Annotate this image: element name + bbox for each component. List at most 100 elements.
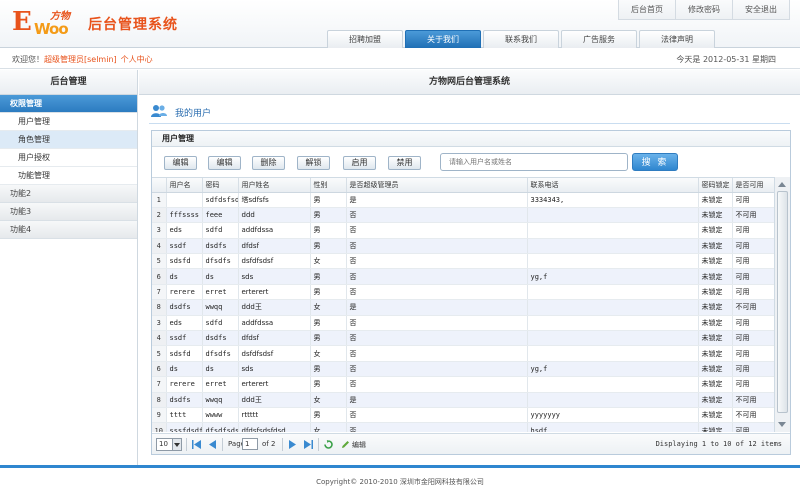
column-header[interactable]: 是否可用: [732, 178, 774, 193]
pagination-bar: 10 Page 1 of 2 编辑 Displaying 1 to 10 of …: [152, 433, 790, 454]
column-header[interactable]: 密码锁定: [698, 178, 733, 193]
table-row[interactable]: 6 ds ds sds 男否 yg,f 未锁定 可用: [152, 361, 774, 378]
table-row[interactable]: 3 eds sdfd addfdssa 男否 未锁定 可用: [152, 315, 774, 332]
table-row[interactable]: 5 sdsfd dfsdfs dsfdfsdsf 女否 未锁定 可用: [152, 345, 774, 362]
sidebar-item-function-management[interactable]: 功能管理: [0, 167, 137, 185]
search-input[interactable]: [440, 153, 628, 171]
table-cell: dsdfs: [202, 330, 239, 347]
page-size-select[interactable]: 10: [156, 438, 182, 451]
chevron-down-icon[interactable]: [172, 439, 181, 450]
column-header[interactable]: 性别: [310, 178, 347, 193]
table-cell: 女: [310, 345, 347, 362]
table-cell: 未锁定: [698, 238, 733, 255]
row-index: 2: [152, 207, 167, 224]
table-cell: sds: [238, 361, 311, 378]
sidebar-group-permissions[interactable]: 权限管理: [0, 95, 137, 113]
table-row[interactable]: 1 sdfdsfsdf塔sdfsfs男是3334343,未锁定可用: [152, 192, 774, 208]
column-header[interactable]: 联系电话: [527, 178, 699, 193]
table-cell: [527, 253, 699, 270]
table-row[interactable]: 6 ds ds sds 男否 yg,f 未锁定 可用: [152, 268, 774, 285]
table-cell: 可用: [732, 422, 774, 432]
tab-about[interactable]: 关于我们: [405, 30, 481, 48]
sidebar-item-user-management[interactable]: 用户管理: [0, 113, 137, 131]
table-cell: 未锁定: [698, 222, 733, 239]
disable-button[interactable]: 禁用: [388, 156, 421, 170]
table-cell: ddd王: [238, 299, 311, 316]
table-row[interactable]: 7 rerere erret erterert 男否 未锁定 可用: [152, 284, 774, 301]
tab-recruit[interactable]: 招聘加盟: [327, 30, 403, 48]
tab-contact[interactable]: 联系我们: [483, 30, 559, 48]
table-row[interactable]: 8 dsdfs wwqq ddd王女是 未锁定 不可用: [152, 392, 774, 408]
column-header[interactable]: 用户姓名: [238, 178, 311, 193]
last-page-icon[interactable]: [304, 440, 313, 449]
table-cell: 男: [310, 222, 347, 239]
link-admin-home[interactable]: 后台首页: [619, 0, 675, 19]
sidebar-item-user-authorization[interactable]: 用户授权: [0, 149, 137, 167]
delete-button[interactable]: 删除: [252, 156, 285, 170]
table-cell: rerere: [166, 284, 203, 301]
tab-legal[interactable]: 法律声明: [639, 30, 715, 48]
table-scrollbar[interactable]: [774, 177, 790, 432]
column-header[interactable]: 密码: [202, 178, 239, 193]
table-cell: 否: [346, 284, 528, 301]
page-number-input[interactable]: 1: [242, 438, 258, 450]
next-page-icon[interactable]: [288, 440, 297, 449]
table-cell: dsdfs: [166, 299, 203, 316]
edit-button-1[interactable]: 编辑: [164, 156, 197, 170]
table-cell: [527, 376, 699, 393]
refresh-icon[interactable]: [324, 440, 333, 449]
table-cell: wwqq: [202, 392, 239, 408]
table-cell: 未锁定: [698, 192, 733, 208]
table-row[interactable]: 4 ssdf dsdfs dfdsf 男否 未锁定 可用: [152, 238, 774, 255]
column-header[interactable]: 是否超级管理员: [346, 178, 528, 193]
link-change-password[interactable]: 修改密码: [675, 0, 732, 19]
scroll-down-arrow[interactable]: [778, 422, 786, 427]
table-row[interactable]: 8 dsdfs wwqq ddd王女是 未锁定 不可用: [152, 299, 774, 316]
unlock-button[interactable]: 解锁: [297, 156, 330, 170]
table-cell: 男: [310, 330, 347, 347]
table-cell: yg,f: [527, 268, 699, 285]
table-row[interactable]: 2 fffssss feee ddd 男否 未锁定 不可用: [152, 207, 774, 224]
table-cell: erret: [202, 284, 239, 301]
table-row[interactable]: 9 tttt wwww rttttt 男否 yyyyyyy 未锁定 不可用: [152, 407, 774, 424]
table-cell: 否: [346, 422, 528, 432]
table-cell: 可用: [732, 345, 774, 362]
table-row[interactable]: 7 rerere erret erterert 男否 未锁定 可用: [152, 376, 774, 393]
table-row[interactable]: 5 sdsfd dfsdfs dsfdfsdsf 女否 未锁定 可用: [152, 253, 774, 270]
table-row[interactable]: 4 ssdf dsdfs dfdsf 男否 未锁定 可用: [152, 330, 774, 347]
tab-ads[interactable]: 广告服务: [561, 30, 637, 48]
pager-edit-label[interactable]: 编辑: [352, 440, 366, 450]
table-cell: 男: [310, 361, 347, 378]
pencil-icon[interactable]: [341, 440, 350, 449]
enable-button[interactable]: 启用: [343, 156, 376, 170]
link-logout[interactable]: 安全退出: [732, 0, 789, 19]
table-cell: 男: [310, 284, 347, 301]
table-cell: 未锁定: [698, 299, 733, 316]
logo-cn: 方物: [50, 11, 70, 22]
table-cell: 可用: [732, 268, 774, 285]
sidebar-group-function3[interactable]: 功能3: [0, 203, 137, 221]
sidebar-item-role-management[interactable]: 角色管理: [0, 131, 137, 149]
scroll-thumb[interactable]: [777, 191, 788, 413]
prev-page-icon[interactable]: [208, 440, 217, 449]
table-cell: 未锁定: [698, 361, 733, 378]
row-index: 8: [152, 392, 167, 408]
table-row[interactable]: 10sssfdsdfsdfsdfsdsdfdsfsdsfdsd女否hsdf未锁定…: [152, 422, 774, 432]
first-page-icon[interactable]: [192, 440, 201, 449]
column-header[interactable]: 用户名: [166, 178, 203, 193]
scroll-up-arrow[interactable]: [778, 182, 786, 187]
search-button[interactable]: 搜 索: [632, 153, 678, 171]
table-cell: 可用: [732, 284, 774, 301]
column-header[interactable]: [152, 178, 167, 193]
sidebar-group-function2[interactable]: 功能2: [0, 185, 137, 203]
table-row[interactable]: 3 eds sdfd addfdssa 男否 未锁定 可用: [152, 222, 774, 239]
sidebar-group-function4[interactable]: 功能4: [0, 221, 137, 239]
table-cell: rerere: [166, 376, 203, 393]
table-cell: ds: [166, 361, 203, 378]
table-cell: 女: [310, 253, 347, 270]
personal-center-link[interactable]: 个人中心: [121, 55, 153, 64]
edit-button-2[interactable]: 编辑: [208, 156, 241, 170]
users-icon: [151, 105, 167, 117]
table-cell: eds: [166, 222, 203, 239]
table-header-row: 用户名 密码 用户姓名 性别 是否超级管理员 联系电话 密码锁定 是否可用: [152, 178, 774, 193]
